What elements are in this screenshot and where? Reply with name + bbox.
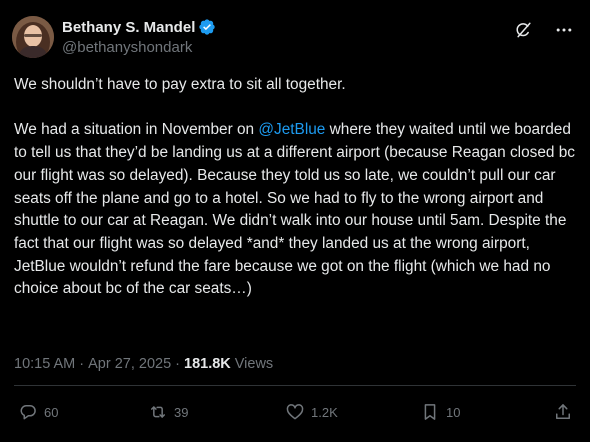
author-handle[interactable]: @bethanyshondark xyxy=(62,39,216,56)
bookmark-button[interactable]: 10 xyxy=(420,402,460,422)
views-count: 181.8K xyxy=(184,356,231,372)
action-bar: 60 39 1.2K 10 xyxy=(0,402,590,426)
tweet-text-segment: where they waited until we boarded to te… xyxy=(14,121,575,298)
like-button[interactable]: 1.2K xyxy=(285,402,338,422)
like-icon xyxy=(286,404,304,420)
grok-icon[interactable] xyxy=(514,20,534,40)
share-button[interactable] xyxy=(553,402,573,422)
mention-link[interactable]: @JetBlue xyxy=(258,121,325,138)
tweet-date[interactable]: Apr 27, 2025 xyxy=(88,356,171,372)
share-icon xyxy=(556,404,570,419)
reply-icon xyxy=(20,405,36,420)
meta-separator: · xyxy=(175,356,180,372)
tweet-header: Bethany S. Mandel @bethanyshondark xyxy=(12,14,578,60)
more-icon[interactable] xyxy=(554,20,574,40)
tweet-text-segment: We had a situation in November on xyxy=(14,121,259,139)
like-count: 1.2K xyxy=(311,404,338,420)
verified-badge-icon xyxy=(199,19,216,35)
tweet: Bethany S. Mandel @bethanyshondark We sh… xyxy=(0,0,590,442)
tweet-text: We shouldn’t have to pay extra to sit al… xyxy=(14,74,582,301)
author-info: Bethany S. Mandel @bethanyshondark xyxy=(62,17,216,56)
reply-button[interactable]: 60 xyxy=(18,402,58,422)
bookmark-count: 10 xyxy=(446,404,461,420)
repost-icon xyxy=(151,406,165,418)
repost-count: 39 xyxy=(174,404,189,420)
tweet-paragraph-2: We had a situation in November on @JetBl… xyxy=(14,119,582,301)
repost-button[interactable]: 39 xyxy=(148,402,188,422)
meta-separator: · xyxy=(79,356,85,372)
divider xyxy=(14,385,576,386)
tweet-meta: 10:15 AM · Apr 27, 2025 · 181.8K Views xyxy=(14,356,273,372)
reply-count: 60 xyxy=(44,404,59,420)
tweet-time[interactable]: 10:15 AM xyxy=(14,356,75,372)
avatar[interactable] xyxy=(12,16,54,58)
bookmark-icon xyxy=(424,404,436,420)
tweet-paragraph-1: We shouldn’t have to pay extra to sit al… xyxy=(14,76,346,93)
views-label: Views xyxy=(234,356,274,372)
author-display-name[interactable]: Bethany S. Mandel xyxy=(62,19,195,36)
header-actions xyxy=(514,20,574,40)
